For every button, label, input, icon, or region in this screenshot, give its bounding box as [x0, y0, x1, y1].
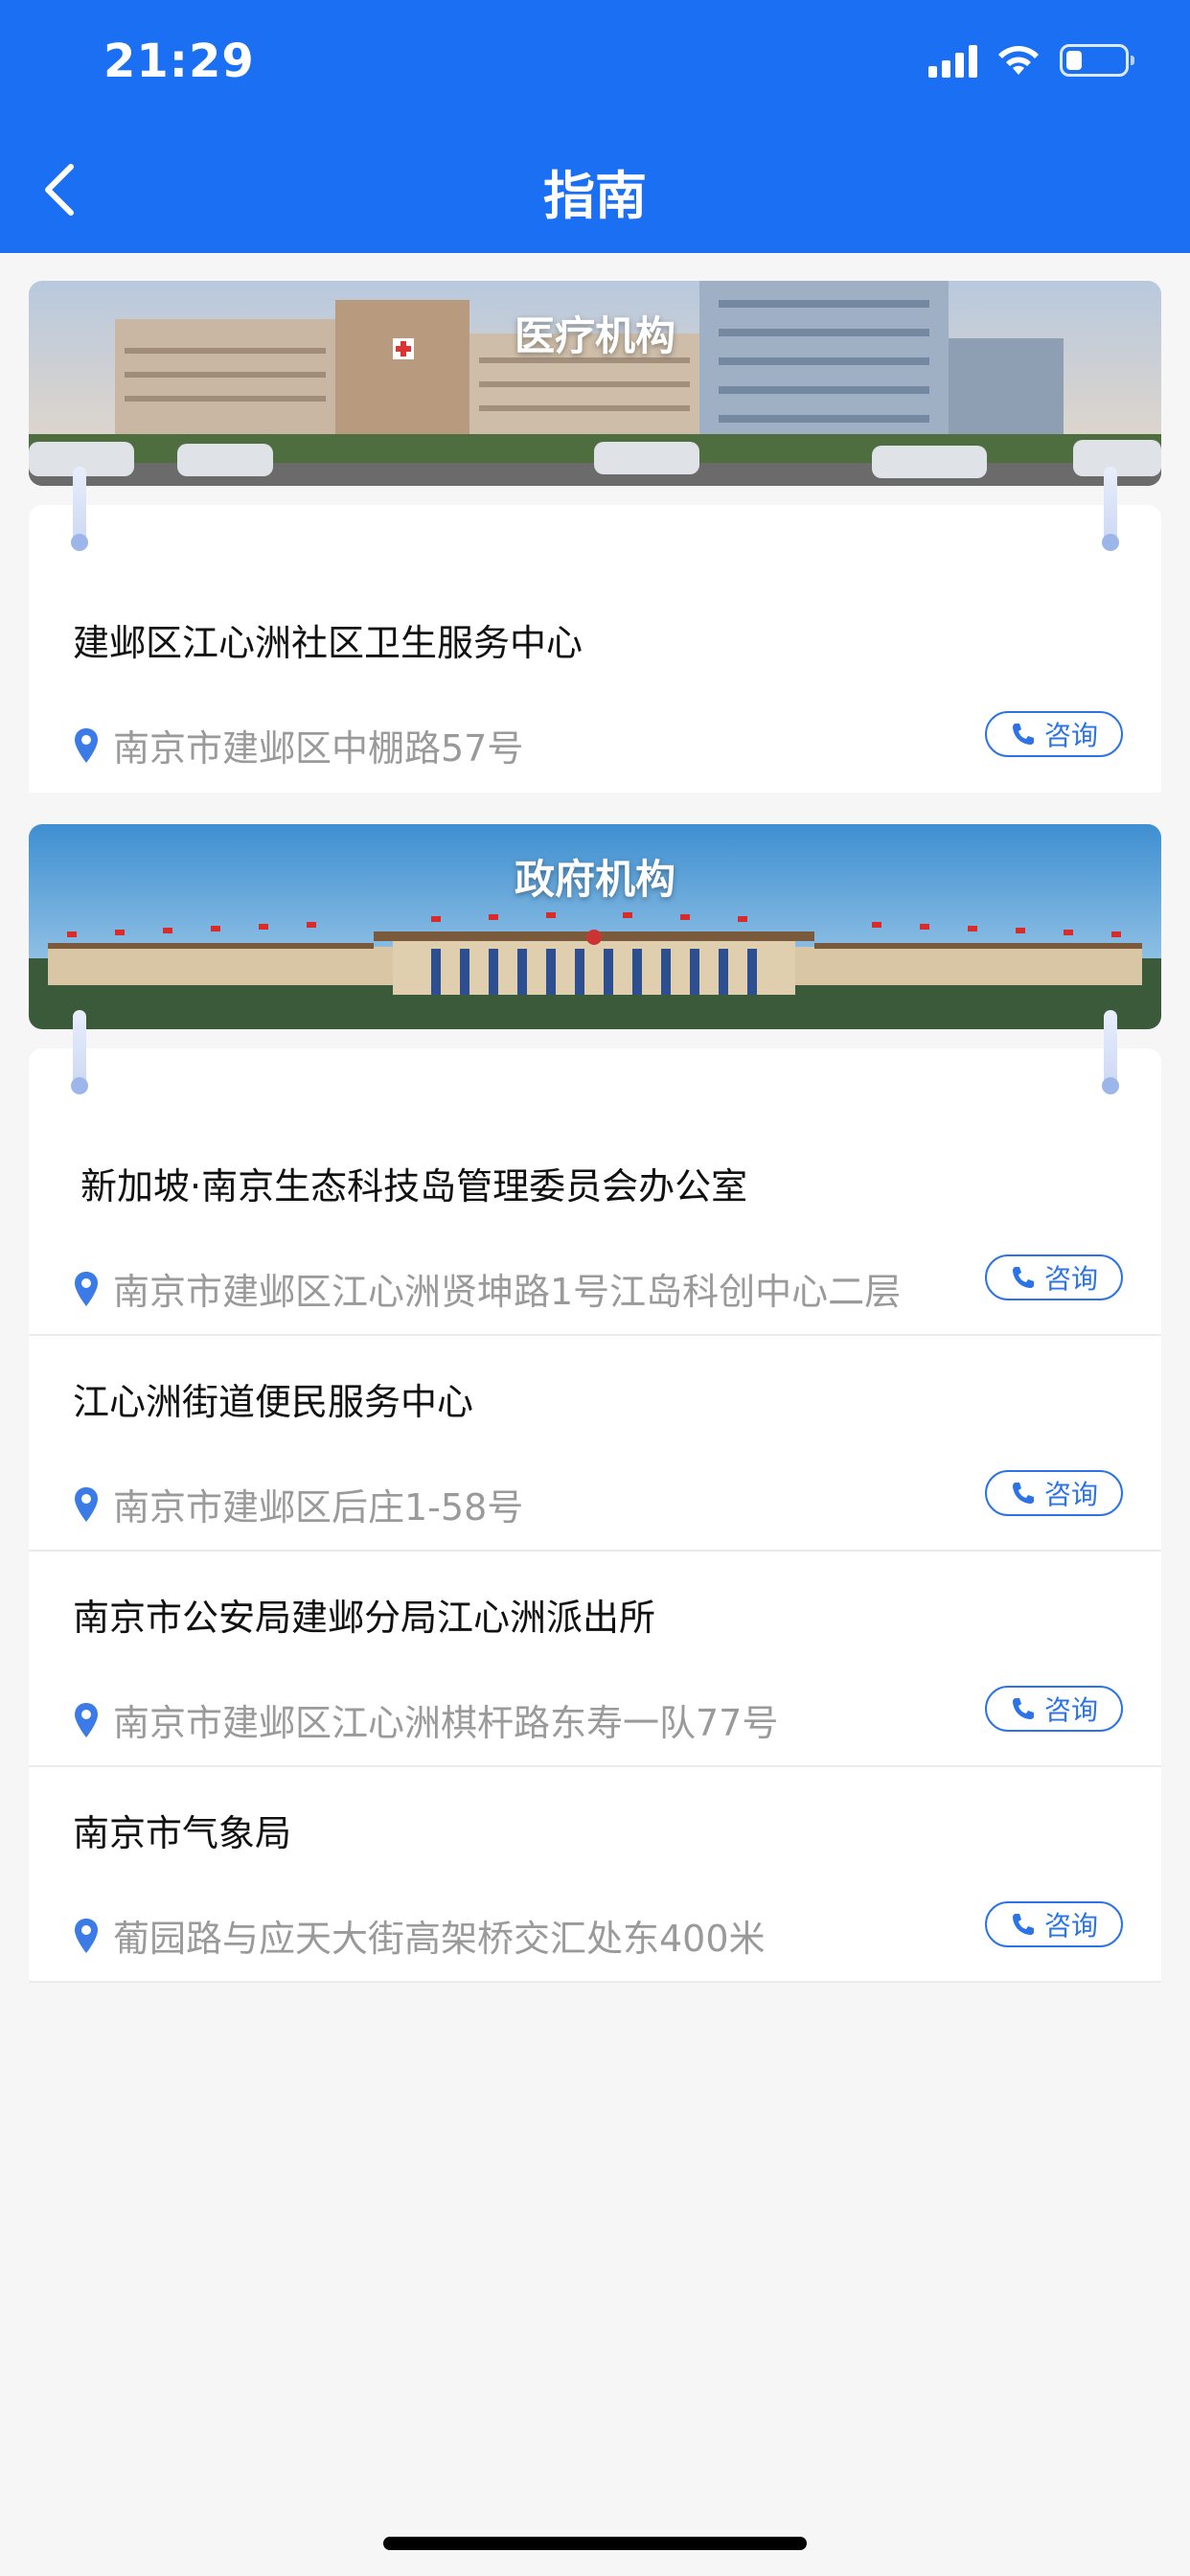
address-text: 南京市建邺区后庄1-58号	[113, 1486, 524, 1529]
consult-button[interactable]: 咨询	[985, 1686, 1123, 1732]
signal-icon	[928, 43, 977, 78]
page-title: 指南	[543, 166, 647, 226]
status-time: 21:29	[103, 34, 255, 88]
phone-icon	[1012, 1698, 1034, 1719]
phone-icon	[1012, 1914, 1034, 1935]
navigation-header: 21:29 指南	[0, 0, 1190, 253]
location-pin-icon	[75, 1702, 98, 1737]
item-name: 建邺区江心洲社区卫生服务中心	[73, 622, 584, 664]
address-text: 南京市建邺区中棚路57号	[113, 727, 524, 770]
phone-icon	[1012, 1483, 1034, 1504]
address-text: 南京市建邺区江心洲棋杆路东寿一队77号	[113, 1702, 779, 1744]
consult-button[interactable]: 咨询	[985, 1901, 1123, 1947]
item-name: 江心洲街道便民服务中心	[73, 1381, 474, 1423]
list-item[interactable]: 江心洲街道便民服务中心 南京市建邺区后庄1-58号 咨询	[29, 1336, 1161, 1552]
list-item[interactable]: 新加坡·南京生态科技岛管理委员会办公室 南京市建邺区江心洲贤坤路1号江岛科创中心…	[29, 1120, 1161, 1336]
list-item[interactable]: 南京市公安局建邺分局江心洲派出所 南京市建邺区江心洲棋杆路东寿一队77号 咨询	[29, 1552, 1161, 1767]
banner-government: 政府机构	[29, 824, 1161, 1029]
item-address: 南京市建邺区江心洲贤坤路1号江岛科创中心二层	[73, 1262, 901, 1315]
consult-button[interactable]: 咨询	[985, 711, 1123, 757]
consult-label: 咨询	[1043, 1910, 1098, 1942]
location-pin-icon	[75, 1271, 98, 1306]
banner-title: 医疗机构	[514, 312, 675, 359]
consult-button[interactable]: 咨询	[985, 1254, 1123, 1300]
item-address: 南京市建邺区后庄1-58号	[73, 1478, 523, 1530]
battery-icon	[1060, 44, 1134, 77]
connector-right	[1102, 1010, 1119, 1094]
item-address: 葡园路与应天大街高架桥交汇处东400米	[73, 1909, 766, 1962]
address-text: 葡园路与应天大街高架桥交汇处东400米	[113, 1918, 766, 1960]
location-pin-icon	[75, 1486, 98, 1522]
consult-label: 咨询	[1043, 1263, 1098, 1295]
medical-card: 建邺区江心洲社区卫生服务中心 南京市建邺区中棚路57号 咨询	[29, 467, 1161, 793]
item-address: 南京市建邺区江心洲棋杆路东寿一队77号	[73, 1693, 778, 1746]
item-name: 南京市公安局建邺分局江心洲派出所	[73, 1597, 656, 1639]
connector-right	[1102, 467, 1119, 551]
location-pin-icon	[75, 727, 98, 763]
banner-title: 政府机构	[514, 856, 675, 903]
connector-left	[71, 467, 88, 551]
home-indicator	[383, 2537, 807, 2550]
government-card: 新加坡·南京生态科技岛管理委员会办公室 南京市建邺区江心洲贤坤路1号江岛科创中心…	[29, 1010, 1161, 1983]
address-text: 南京市建邺区江心洲贤坤路1号江岛科创中心二层	[113, 1271, 902, 1313]
location-pin-icon	[75, 1918, 98, 1953]
list-item[interactable]: 南京市气象局 葡园路与应天大街高架桥交汇处东400米 咨询	[29, 1767, 1161, 1983]
consult-label: 咨询	[1043, 1479, 1098, 1510]
consult-label: 咨询	[1043, 1694, 1098, 1726]
wifi-icon	[998, 46, 1039, 75]
item-name: 新加坡·南京生态科技岛管理委员会办公室	[80, 1165, 748, 1208]
phone-icon	[1012, 1267, 1034, 1288]
phone-icon	[1012, 724, 1034, 745]
consult-label: 咨询	[1043, 720, 1098, 751]
connector-left	[71, 1010, 88, 1094]
list-item[interactable]: 建邺区江心洲社区卫生服务中心 南京市建邺区中棚路57号 咨询	[29, 577, 1161, 793]
item-address: 南京市建邺区中棚路57号	[73, 719, 523, 771]
status-icons	[928, 42, 1134, 79]
banner-medical: 医疗机构	[29, 281, 1161, 486]
consult-button[interactable]: 咨询	[985, 1470, 1123, 1516]
item-name: 南京市气象局	[73, 1812, 292, 1854]
